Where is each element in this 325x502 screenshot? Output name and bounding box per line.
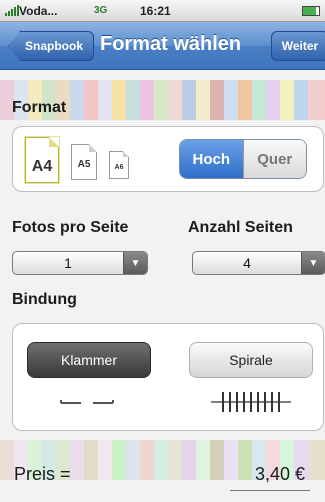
signal-icon (5, 5, 19, 16)
status-bar: Voda... 3G 16:21 (0, 0, 325, 22)
battery-icon (302, 6, 320, 16)
format-option-a4[interactable]: A4 (25, 137, 59, 183)
carrier-name: Voda... (19, 4, 58, 18)
orientation-landscape-segment[interactable]: Quer (242, 140, 306, 178)
navigation-bar: Snapbook Format wählen Weiter (0, 22, 325, 70)
page-count-label: Anzahl Seiten (188, 219, 293, 236)
photos-per-page-label: Fotos pro Seite (12, 219, 129, 236)
back-button[interactable]: Snapbook (8, 31, 94, 61)
page-count-value: 4 (243, 255, 251, 271)
price-label: Preis = (14, 464, 71, 484)
staple-icon (60, 400, 114, 404)
chevron-down-icon: ▼ (301, 252, 325, 274)
page-title: Format wählen (100, 33, 242, 55)
format-panel: A4 A5 A6 Hoch Quer (12, 126, 324, 192)
spiral-icon (211, 392, 291, 412)
format-label: Format (12, 99, 67, 116)
binding-panel: Klammer Spirale (12, 323, 324, 431)
orientation-portrait-segment[interactable]: Hoch (180, 140, 243, 178)
price-value: 3,40 € (254, 464, 305, 484)
network-type: 3G (94, 5, 108, 16)
photos-per-page-select[interactable]: 1 ▼ (12, 251, 148, 275)
format-option-a5[interactable]: A5 (71, 144, 97, 180)
price-underline (230, 490, 310, 491)
chevron-down-icon: ▼ (123, 252, 147, 274)
page-count-select[interactable]: 4 ▼ (192, 251, 325, 275)
clock: 16:21 (140, 4, 171, 18)
orientation-segmented-control: Hoch Quer (179, 139, 307, 179)
format-option-a6[interactable]: A6 (109, 151, 129, 179)
binding-spiral-button[interactable]: Spirale (189, 342, 313, 378)
photos-per-page-value: 1 (64, 255, 72, 271)
binding-label: Bindung (12, 291, 77, 308)
next-button[interactable]: Weiter (271, 31, 325, 61)
binding-staple-button[interactable]: Klammer (27, 342, 151, 378)
